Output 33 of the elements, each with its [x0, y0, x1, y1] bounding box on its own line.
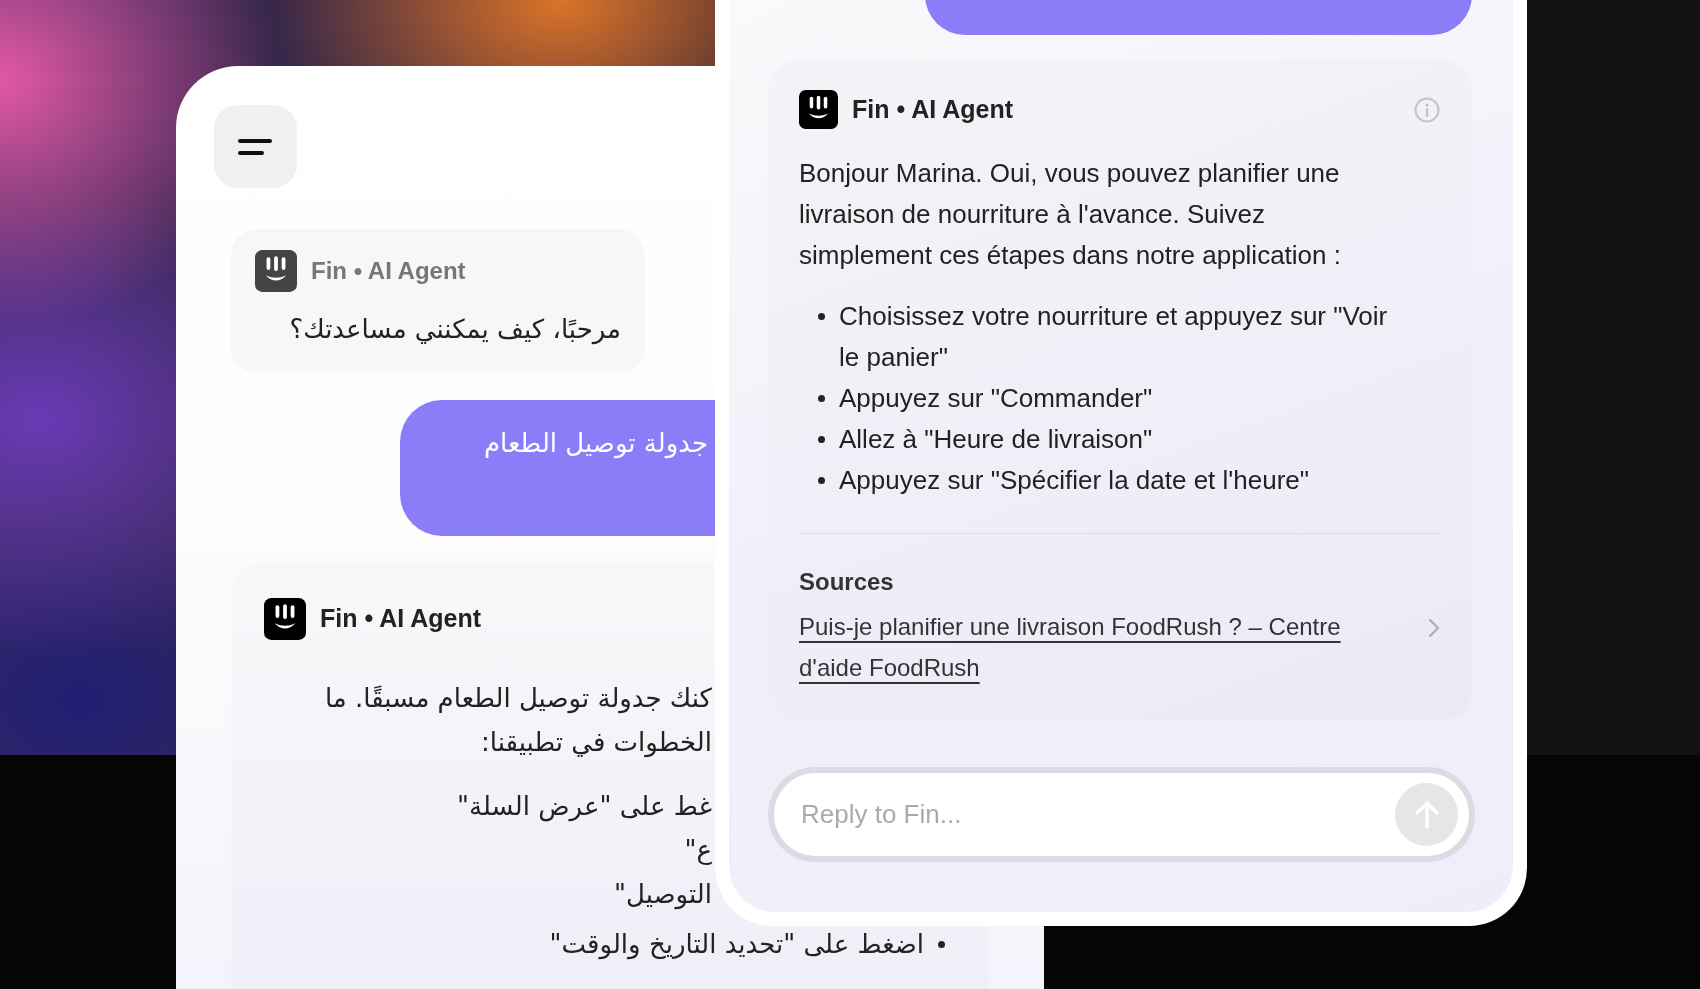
message-text: مرحبًا، كيف يمكنني مساعدتك؟ — [288, 313, 621, 347]
list-item-text: Choisissez votre nourriture et appuyez sur "Voir le panier" — [839, 300, 1389, 374]
list-item-text: التوصيل" — [614, 879, 712, 909]
avatar-icon — [255, 250, 297, 292]
message-text: جدولة توصيل الطعام — [484, 428, 708, 458]
list-item-text: ع" — [684, 835, 712, 865]
message-text: Bonjour Marina. Oui, vous pouvez planifier une livraison de nourriture à l'avance. Suivez simplement ces étapes dans notre application : — [799, 157, 1342, 272]
reply-box[interactable]: Reply to Fin... — [768, 767, 1475, 862]
info-icon[interactable] — [1414, 96, 1440, 123]
avatar-icon — [264, 598, 306, 640]
message-text: الخطوات في تطبيقنا: — [480, 726, 712, 760]
list-item-text: Appuyez sur "Commander" — [839, 382, 1154, 415]
bullet-icon — [818, 313, 825, 320]
sender-name: Fin • AI Agent — [311, 256, 466, 286]
menu-button[interactable] — [214, 105, 297, 188]
list-item-text: Appuyez sur "Spécifier la date et l'heure" — [839, 464, 1311, 497]
list-item-text: غط على "عرض السلة" — [457, 791, 712, 821]
send-button[interactable] — [1395, 783, 1458, 846]
reply-field[interactable]: Reply to Fin... — [799, 794, 1395, 835]
source-link[interactable]: Puis-je planifier une livraison FoodRush ? – Centre d'aide FoodRush — [799, 606, 1399, 688]
bullet-icon — [818, 436, 825, 443]
list-item-text: Allez à "Heure de livraison" — [839, 423, 1154, 456]
bullet-icon — [818, 477, 825, 484]
avatar-icon — [799, 90, 838, 129]
chevron-right-icon — [1428, 618, 1440, 638]
sender-name: Fin • AI Agent — [320, 603, 482, 635]
message-text: كنك جدولة توصيل الطعام مسبقًا. ما — [323, 682, 712, 716]
bullet-icon — [818, 395, 825, 402]
list-item-text: اضغط على "تحديد التاريخ والوقت" — [549, 928, 924, 962]
menu-icon — [237, 136, 274, 157]
sources-heading: Sources — [799, 567, 895, 597]
arrow-up-icon — [1412, 799, 1441, 830]
sender-name: Fin • AI Agent — [852, 93, 1014, 125]
